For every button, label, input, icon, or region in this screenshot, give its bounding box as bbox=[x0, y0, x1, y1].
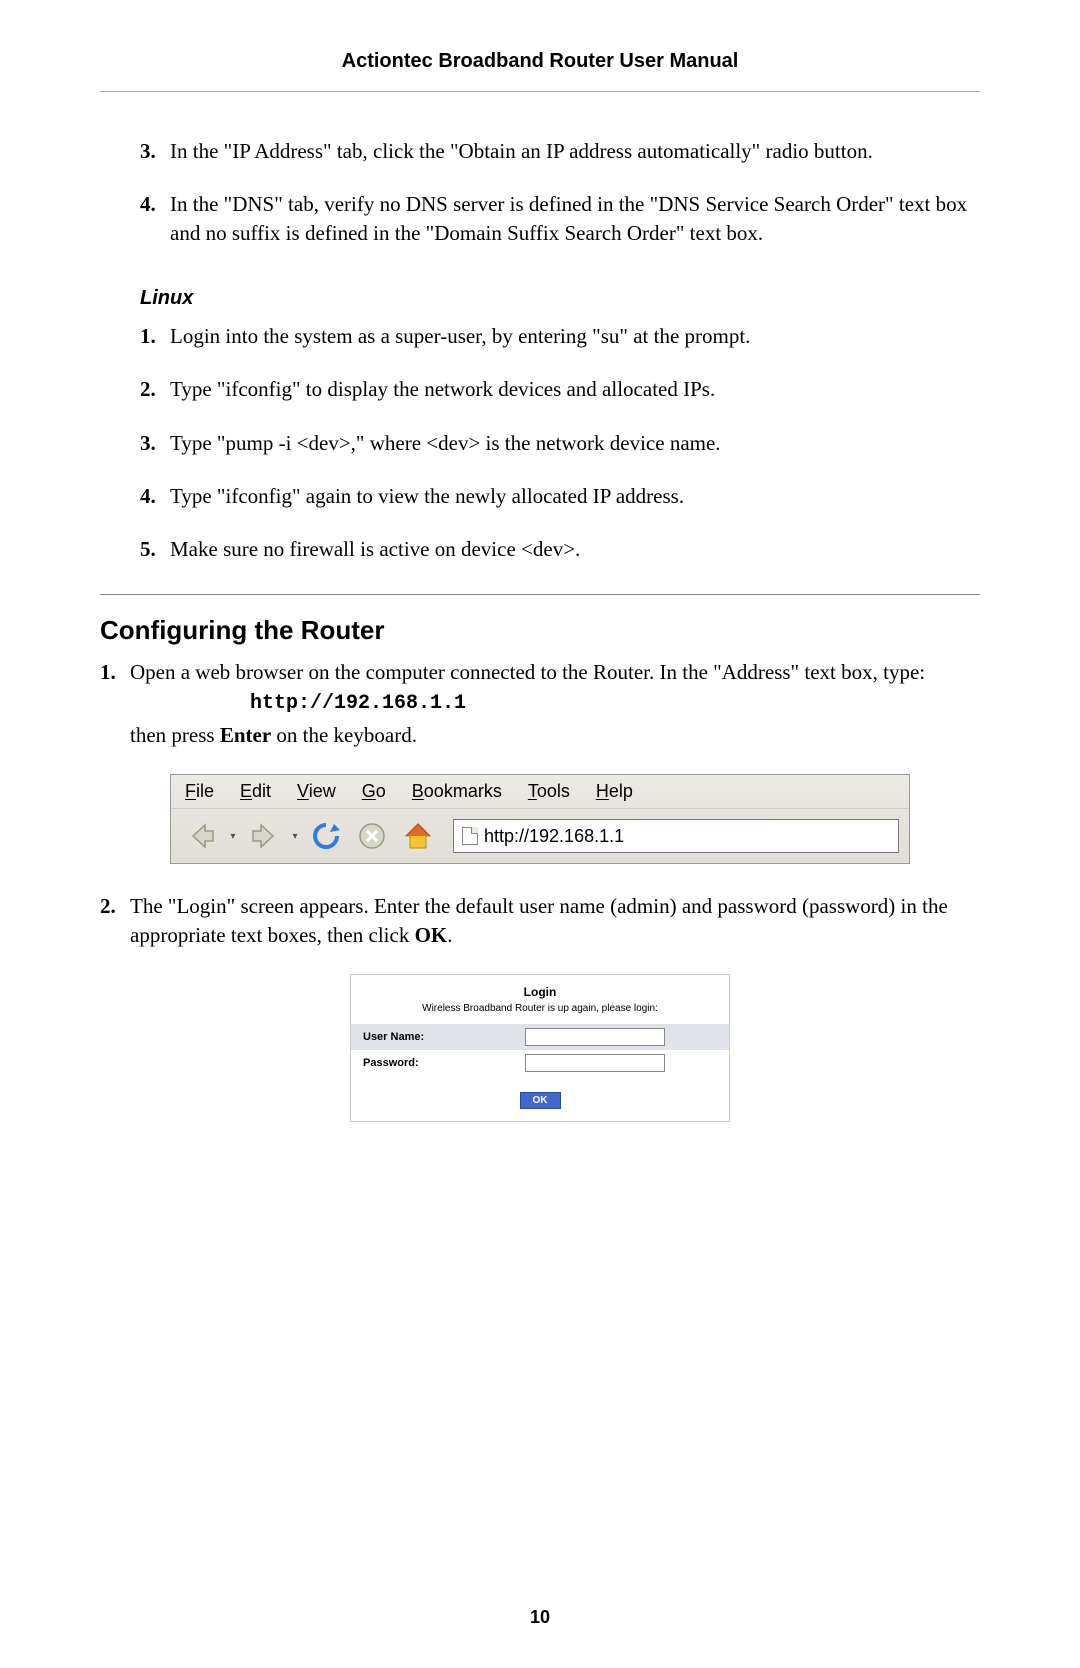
list-item: 2. The "Login" screen appears. Enter the… bbox=[100, 892, 980, 949]
step-number: 1. bbox=[100, 658, 130, 750]
browser-screenshot: File Edit View Go Bookmarks Tools Help ▾… bbox=[170, 774, 910, 864]
home-icon[interactable] bbox=[397, 815, 439, 857]
step-number: 2. bbox=[140, 375, 170, 403]
list-item: 4.Type "ifconfig" again to view the newl… bbox=[140, 482, 980, 510]
step-number: 2. bbox=[100, 892, 130, 949]
address-text: http://192.168.1.1 bbox=[484, 826, 624, 847]
ok-word: OK bbox=[415, 923, 448, 947]
top-step-list: 3. In the "IP Address" tab, click the "O… bbox=[140, 137, 980, 247]
page-icon bbox=[462, 827, 478, 845]
forward-icon[interactable] bbox=[243, 815, 285, 857]
list-item: 1. Open a web browser on the computer co… bbox=[100, 658, 980, 750]
password-label: Password: bbox=[363, 1057, 473, 1069]
login-message: Wireless Broadband Router is up again, p… bbox=[351, 1003, 729, 1014]
back-icon[interactable] bbox=[181, 815, 223, 857]
configuring-heading: Configuring the Router bbox=[100, 615, 980, 646]
menu-bookmarks[interactable]: Bookmarks bbox=[412, 781, 502, 802]
step1-pre: Open a web browser on the computer conne… bbox=[130, 660, 925, 684]
step-text: The "Login" screen appears. Enter the de… bbox=[130, 892, 980, 949]
step-number: 3. bbox=[140, 429, 170, 457]
list-item: 1.Login into the system as a super-user,… bbox=[140, 322, 980, 350]
stop-icon[interactable] bbox=[351, 815, 393, 857]
menu-help[interactable]: Help bbox=[596, 781, 633, 802]
browser-menu-bar: File Edit View Go Bookmarks Tools Help bbox=[171, 775, 909, 809]
step2-post: . bbox=[447, 923, 452, 947]
login-password-row: Password: bbox=[351, 1050, 729, 1076]
step-text: Login into the system as a super-user, b… bbox=[170, 322, 980, 350]
menu-tools[interactable]: Tools bbox=[528, 781, 570, 802]
step1-post-a: then press bbox=[130, 723, 220, 747]
section-divider bbox=[100, 594, 980, 595]
list-item: 3. In the "IP Address" tab, click the "O… bbox=[140, 137, 980, 165]
login-username-row: User Name: bbox=[351, 1024, 729, 1050]
username-field[interactable] bbox=[525, 1028, 665, 1046]
reload-icon[interactable] bbox=[305, 815, 347, 857]
config-step-list: 1. Open a web browser on the computer co… bbox=[100, 658, 980, 750]
browser-toolbar: ▾ ▾ http://192.168.1.1 bbox=[171, 809, 909, 863]
list-item: 3.Type "pump -i <dev>," where <dev> is t… bbox=[140, 429, 980, 457]
step-number: 4. bbox=[140, 482, 170, 510]
menu-edit[interactable]: Edit bbox=[240, 781, 271, 802]
config-step-list-2: 2. The "Login" screen appears. Enter the… bbox=[100, 892, 980, 949]
step-number: 4. bbox=[140, 190, 170, 247]
ok-button[interactable]: OK bbox=[520, 1092, 561, 1109]
menu-view[interactable]: View bbox=[297, 781, 336, 802]
step-number: 5. bbox=[140, 535, 170, 563]
login-button-row: OK bbox=[351, 1092, 729, 1109]
page-number: 10 bbox=[0, 1607, 1080, 1628]
login-title: Login bbox=[351, 975, 729, 1003]
back-dropdown-icon[interactable]: ▾ bbox=[227, 815, 239, 857]
forward-dropdown-icon[interactable]: ▾ bbox=[289, 815, 301, 857]
router-url: http://192.168.1.1 bbox=[130, 690, 980, 717]
list-item: 2.Type "ifconfig" to display the network… bbox=[140, 375, 980, 403]
login-screenshot: Login Wireless Broadband Router is up ag… bbox=[350, 974, 730, 1122]
document-header: Actiontec Broadband Router User Manual bbox=[100, 50, 980, 92]
step-text: Type "ifconfig" to display the network d… bbox=[170, 375, 980, 403]
step1-post-c: on the keyboard. bbox=[271, 723, 417, 747]
linux-heading: Linux bbox=[140, 287, 980, 310]
menu-file[interactable]: File bbox=[185, 781, 214, 802]
step-text: Open a web browser on the computer conne… bbox=[130, 658, 980, 750]
step-number: 1. bbox=[140, 322, 170, 350]
step-text: Type "ifconfig" again to view the newly … bbox=[170, 482, 980, 510]
menu-go[interactable]: Go bbox=[362, 781, 386, 802]
step2-pre: The "Login" screen appears. Enter the de… bbox=[130, 894, 948, 946]
step-text: Make sure no firewall is active on devic… bbox=[170, 535, 980, 563]
step-number: 3. bbox=[140, 137, 170, 165]
address-bar[interactable]: http://192.168.1.1 bbox=[453, 819, 899, 853]
enter-key: Enter bbox=[220, 723, 271, 747]
list-item: 5.Make sure no firewall is active on dev… bbox=[140, 535, 980, 563]
list-item: 4. In the "DNS" tab, verify no DNS serve… bbox=[140, 190, 980, 247]
step-text: In the "IP Address" tab, click the "Obta… bbox=[170, 137, 980, 165]
step-text: Type "pump -i <dev>," where <dev> is the… bbox=[170, 429, 980, 457]
linux-step-list: 1.Login into the system as a super-user,… bbox=[140, 322, 980, 564]
username-label: User Name: bbox=[363, 1031, 473, 1043]
password-field[interactable] bbox=[525, 1054, 665, 1072]
step-text: In the "DNS" tab, verify no DNS server i… bbox=[170, 190, 980, 247]
